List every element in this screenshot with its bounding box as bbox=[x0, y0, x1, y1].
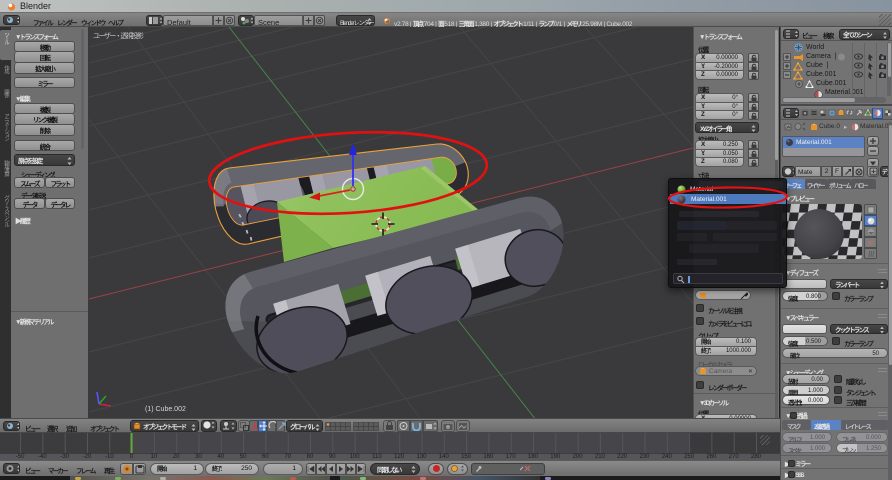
svg-text:(1) Cube.002: (1) Cube.002 bbox=[145, 406, 186, 413]
svg-text:ユーザー・透視投影: ユーザー・透視投影 bbox=[93, 31, 144, 40]
